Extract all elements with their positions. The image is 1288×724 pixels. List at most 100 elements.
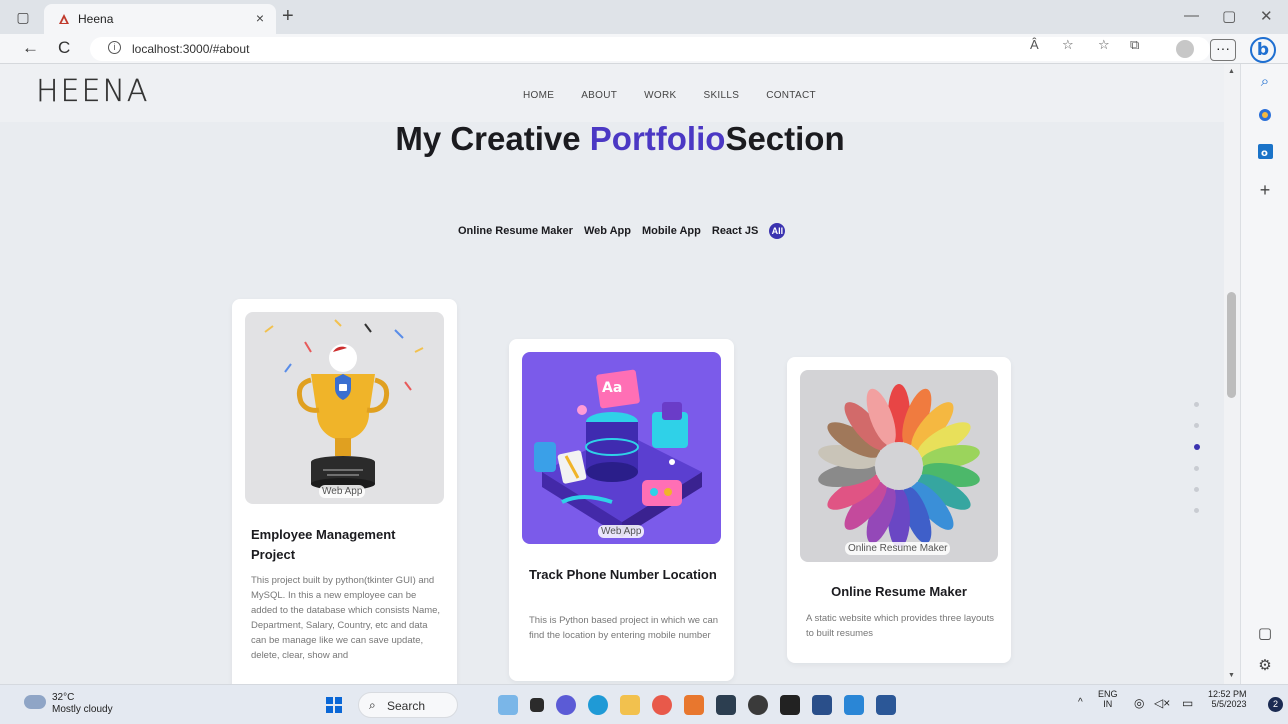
restore-button[interactable]: ▢ bbox=[1222, 7, 1236, 25]
close-window-button[interactable]: ✕ bbox=[1260, 7, 1273, 25]
filter-react-js[interactable]: React JS bbox=[712, 225, 758, 237]
collections-icon[interactable]: ⧉ bbox=[1130, 37, 1139, 53]
card-tag: Web App bbox=[319, 485, 366, 498]
site-logo[interactable]: HEENA bbox=[36, 74, 149, 109]
taskbar-search-label: Search bbox=[387, 699, 426, 713]
file-explorer-icon[interactable] bbox=[620, 695, 640, 715]
battery-icon[interactable]: ▭ bbox=[1182, 696, 1193, 710]
dell-app-icon[interactable] bbox=[748, 695, 768, 715]
svg-text:o: o bbox=[1261, 148, 1268, 159]
section-dot[interactable] bbox=[1194, 508, 1199, 513]
scroll-thumb[interactable] bbox=[1227, 292, 1236, 398]
color-swatch-wheel-icon bbox=[818, 384, 980, 548]
sidebar-outlook-icon[interactable]: o bbox=[1255, 144, 1275, 164]
filter-mobile-app[interactable]: Mobile App bbox=[642, 225, 701, 237]
chrome-app-icon[interactable] bbox=[652, 695, 672, 715]
notification-badge[interactable]: 2 bbox=[1268, 697, 1283, 712]
tab-actions-icon[interactable]: ▢ bbox=[14, 8, 32, 26]
section-heading: My Creative PortfolioSection bbox=[0, 120, 1224, 158]
trophy-illustration-icon bbox=[264, 319, 424, 490]
url-field[interactable]: i localhost:3000/#about bbox=[90, 37, 1210, 61]
site-nav: HOME ABOUT WORK SKILLS CONTACT bbox=[523, 90, 843, 101]
bing-chat-icon[interactable]: b bbox=[1250, 37, 1276, 63]
windows-start-icon[interactable] bbox=[326, 697, 342, 713]
clock-date: 5/5/2023 bbox=[1211, 699, 1247, 709]
site-header: HEENA HOME ABOUT WORK SKILLS CONTACT bbox=[0, 64, 1224, 122]
heading-part2: Section bbox=[725, 120, 845, 157]
scroll-down-icon[interactable]: ▼ bbox=[1228, 672, 1235, 679]
card-description: This is Python based project in which we… bbox=[529, 615, 719, 641]
isometric-illustration-icon: Aa bbox=[534, 369, 702, 537]
section-dot[interactable] bbox=[1194, 487, 1199, 492]
windows-taskbar: 32°C Mostly cloudy ⌕ Search ^ ENG IN ◎ ◁… bbox=[0, 684, 1288, 724]
read-aloud-icon[interactable]: Â bbox=[1030, 37, 1039, 52]
tray-chevron-icon[interactable]: ^ bbox=[1078, 697, 1083, 708]
sidebar-hide-icon[interactable]: ▢ bbox=[1255, 624, 1275, 644]
card-description: A static website which provides three la… bbox=[806, 613, 994, 639]
site-favicon-icon bbox=[59, 14, 69, 24]
card-title: Track Phone Number Location bbox=[529, 567, 717, 582]
portfolio-card-track-phone[interactable]: Aa Web App Track Phone Number Location T… bbox=[509, 339, 734, 681]
svg-text:Aa: Aa bbox=[602, 380, 622, 396]
filter-all[interactable]: All bbox=[769, 223, 786, 239]
portfolio-card-employee-management[interactable]: Web App Employee Management Project This… bbox=[232, 299, 457, 684]
clock-time: 12:52 PM bbox=[1208, 689, 1247, 699]
nav-contact[interactable]: CONTACT bbox=[766, 90, 816, 101]
section-dot[interactable] bbox=[1194, 466, 1199, 471]
heading-part1: My Creative bbox=[395, 120, 590, 157]
section-dot[interactable] bbox=[1194, 423, 1199, 428]
terminal-app-icon[interactable] bbox=[716, 695, 736, 715]
nav-work[interactable]: WORK bbox=[644, 90, 676, 101]
minimize-button[interactable]: — bbox=[1184, 7, 1199, 24]
nav-skills[interactable]: SKILLS bbox=[703, 90, 739, 101]
settings-more-button[interactable]: ··· bbox=[1210, 39, 1236, 61]
filter-web-app[interactable]: Web App bbox=[584, 225, 631, 237]
heading-accent: Portfolio bbox=[589, 120, 726, 157]
volume-icon[interactable]: ◁× bbox=[1154, 696, 1170, 710]
tab-close-icon[interactable]: × bbox=[256, 10, 264, 26]
taskbar-search[interactable]: ⌕ Search bbox=[358, 692, 458, 718]
favorites-icon[interactable]: ☆ bbox=[1098, 37, 1110, 53]
widgets-app-icon[interactable] bbox=[498, 695, 518, 715]
site-info-icon[interactable]: i bbox=[108, 41, 121, 54]
portfolio-filters: Online Resume Maker Web App Mobile App Reac… bbox=[458, 223, 786, 239]
weather-condition: Mostly cloudy bbox=[52, 704, 113, 715]
filter-online-resume-maker[interactable]: Online Resume Maker bbox=[458, 225, 573, 237]
weather-temperature: 32°C bbox=[52, 692, 75, 703]
add-favorite-icon[interactable]: ☆ bbox=[1062, 37, 1074, 53]
chat-app-icon[interactable] bbox=[556, 695, 576, 715]
vscode-app-icon[interactable] bbox=[844, 695, 864, 715]
clock[interactable]: 12:52 PM 5/5/2023 bbox=[1208, 689, 1247, 709]
url-text[interactable]: localhost:3000/#about bbox=[132, 42, 249, 56]
reload-icon[interactable]: C bbox=[58, 38, 70, 58]
language-secondary: IN bbox=[1103, 699, 1113, 709]
nav-about[interactable]: ABOUT bbox=[581, 90, 617, 101]
sidebar-settings-gear-icon[interactable]: ⚙ bbox=[1255, 656, 1275, 676]
back-arrow-icon[interactable]: ← bbox=[22, 38, 39, 58]
language-indicator[interactable]: ENG IN bbox=[1098, 689, 1118, 709]
profile-avatar[interactable] bbox=[1176, 40, 1194, 58]
word-app-icon[interactable] bbox=[876, 695, 896, 715]
store-app-icon[interactable] bbox=[812, 695, 832, 715]
card-title: Online Resume Maker bbox=[831, 584, 967, 599]
section-dot[interactable] bbox=[1194, 402, 1199, 407]
section-dots-nav bbox=[1194, 402, 1202, 529]
sidebar-search-icon[interactable]: ⌕ bbox=[1255, 72, 1275, 92]
isometric-app-image: Aa bbox=[522, 352, 721, 544]
media-app-icon[interactable] bbox=[780, 695, 800, 715]
edge-app-icon[interactable] bbox=[588, 695, 608, 715]
network-icon[interactable]: ◎ bbox=[1134, 696, 1144, 710]
sidebar-shopping-icon[interactable] bbox=[1255, 108, 1275, 128]
sublime-app-icon[interactable] bbox=[684, 695, 704, 715]
scroll-up-icon[interactable]: ▲ bbox=[1228, 68, 1235, 75]
browser-tab-bar: ▢ Heena × + — ▢ ✕ bbox=[0, 0, 1288, 34]
card-title: Employee Management Project bbox=[251, 527, 396, 562]
section-dot-active[interactable] bbox=[1194, 444, 1200, 450]
portfolio-card-online-resume[interactable]: Online Resume Maker Online Resume Maker … bbox=[787, 357, 1011, 663]
sidebar-add-icon[interactable]: + bbox=[1255, 180, 1275, 200]
page-scrollbar[interactable]: ▲ ▼ bbox=[1224, 64, 1240, 684]
browser-tab[interactable]: Heena × bbox=[44, 4, 276, 34]
new-tab-button[interactable]: + bbox=[282, 5, 294, 28]
task-view-icon[interactable] bbox=[530, 698, 544, 712]
nav-home[interactable]: HOME bbox=[523, 90, 554, 101]
